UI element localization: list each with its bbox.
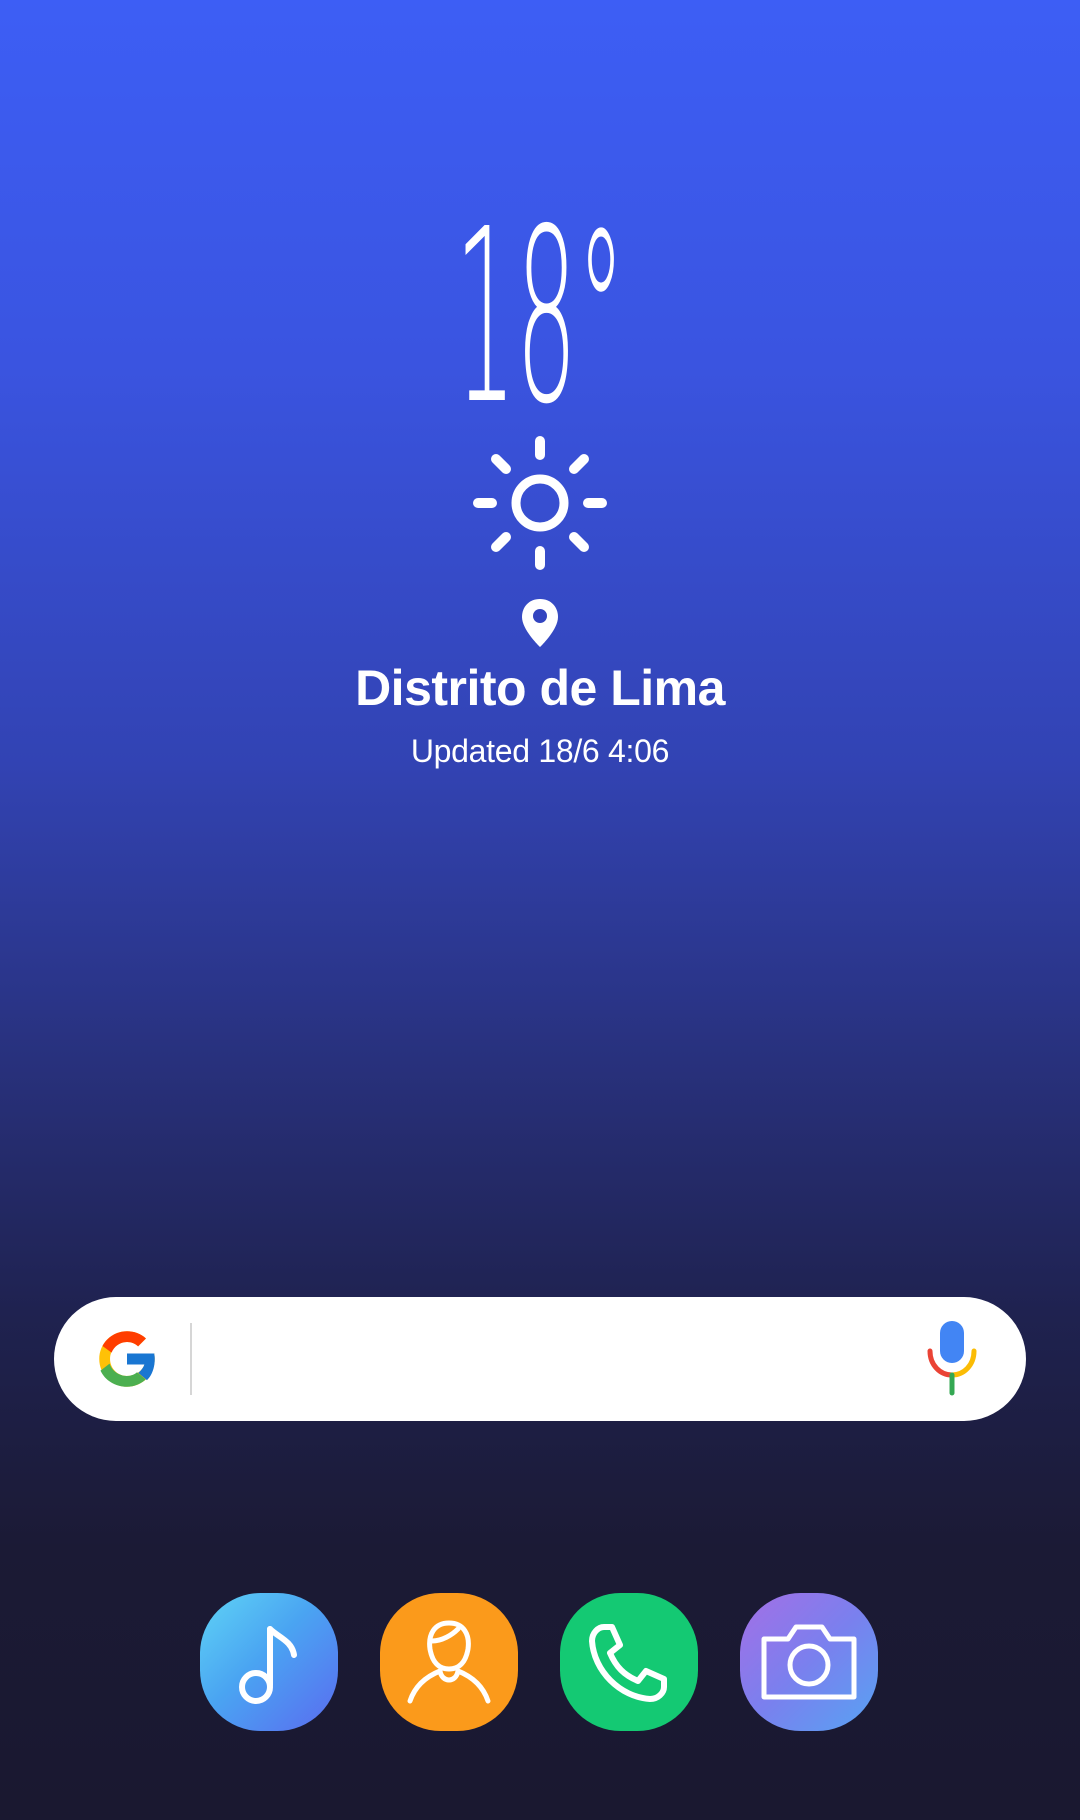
phone-icon [589, 1624, 667, 1702]
location-name: Distrito de Lima [355, 660, 725, 716]
google-search-bar[interactable] [54, 1297, 1026, 1421]
camera-icon [761, 1624, 857, 1700]
contacts-app-icon[interactable] [380, 1593, 518, 1731]
phone-app-icon[interactable] [560, 1593, 698, 1731]
temperature-value: 18° [455, 200, 625, 415]
temperature-display: 18° [455, 200, 625, 415]
music-note-icon [239, 1626, 297, 1704]
google-g-icon [99, 1331, 158, 1387]
location-pin-icon [522, 599, 558, 647]
updated-timestamp: Updated 18/6 4:06 [410, 733, 670, 769]
weather-widget[interactable]: 18° Distrito de Lima Updated 18/6 4:06 [0, 200, 1080, 770]
sun-icon [473, 436, 607, 570]
music-app-icon[interactable] [200, 1593, 338, 1731]
app-dock [200, 1593, 880, 1731]
search-divider [190, 1323, 192, 1395]
contacts-icon [407, 1620, 491, 1704]
camera-app-icon[interactable] [740, 1593, 878, 1731]
mic-icon[interactable] [922, 1319, 982, 1399]
